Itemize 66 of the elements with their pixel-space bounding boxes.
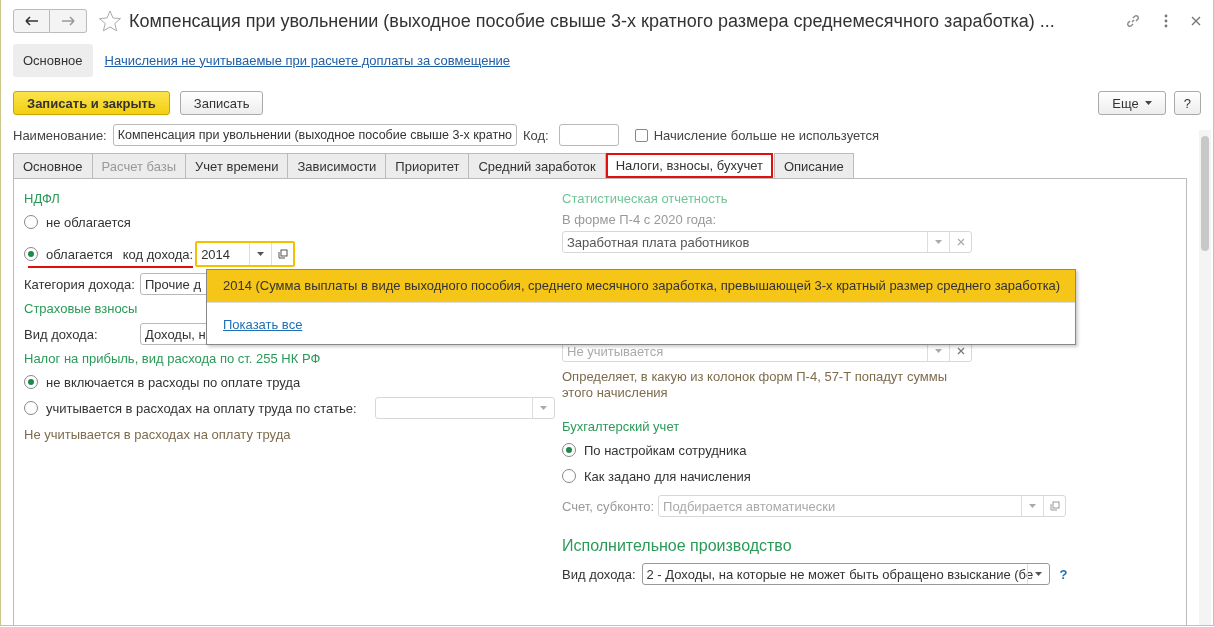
- section-heading: НДФЛ: [24, 190, 61, 208]
- more-button[interactable]: Еще: [1098, 91, 1166, 115]
- link-icon[interactable]: [1125, 13, 1141, 29]
- unused-label: Начисление больше не используется: [653, 127, 880, 143]
- radio-label: не включается в расходы по оплате труда: [46, 374, 301, 390]
- close-icon[interactable]: [1191, 16, 1201, 26]
- name-field[interactable]: Компенсация при увольнении (выходное пособие свыше 3-х кратно: [112, 124, 517, 146]
- form-label: В форме П-4 с 2020 года:: [562, 211, 718, 229]
- caret-icon: [1144, 101, 1152, 105]
- help-button[interactable]: ?: [1173, 91, 1201, 115]
- tab[interactable]: Средний заработок: [468, 153, 606, 178]
- list-item[interactable]: 2014 (Сумма выплаты в виде выходного пособия, среднего месячного заработка, превышающей 3-х кратный размер среднего заработка): [207, 270, 1075, 303]
- expense-article-field[interactable]: [374, 397, 555, 419]
- radio-button[interactable]: [24, 247, 38, 261]
- tab[interactable]: Налоги, взносы, бухучет: [605, 153, 773, 178]
- section-heading: Налог на прибыль, вид расхода по ст. 255 НК РФ: [24, 350, 322, 368]
- tab[interactable]: Зависимости: [287, 153, 387, 178]
- save-button[interactable]: Записать: [179, 91, 264, 115]
- star-icon[interactable]: [99, 10, 121, 32]
- radio-label: Как задано для начисления: [584, 468, 751, 484]
- name-label: Наименование:: [13, 127, 107, 143]
- clear-icon[interactable]: [956, 238, 965, 246]
- section-link[interactable]: Начисления не учитываемые при расчете доплаты за совмещение: [98, 43, 517, 77]
- radio-label: облагается: [46, 246, 113, 262]
- left-arrow-icon: [24, 16, 39, 26]
- section-heading: Бухгалтерский учет: [562, 418, 681, 436]
- radio-button[interactable]: [24, 401, 38, 415]
- radio-label: не облагается: [46, 214, 131, 230]
- hint-text: Определяет, в какую из колонок форм П-4, 57-Т попадут суммы этого начисления: [562, 369, 948, 401]
- section-heading: Исполнительное производство: [562, 537, 793, 556]
- income-category-label: Категория дохода:: [24, 276, 136, 292]
- radio-button[interactable]: [24, 215, 38, 229]
- note-text: Не учитывается в расходах на оплату труда: [24, 427, 292, 442]
- scrollbar[interactable]: [1199, 130, 1211, 625]
- window-title: Компенсация при увольнении (выходное пособие свыше 3-х кратного размера среднемесячного заработка) ...: [129, 10, 1056, 32]
- open-window-icon[interactable]: [277, 249, 288, 259]
- account-label: Счет, субконто:: [562, 498, 655, 514]
- section-heading: Страховые взносы: [24, 300, 139, 318]
- caret-icon[interactable]: [257, 252, 265, 256]
- radio-button[interactable]: [562, 469, 576, 483]
- radio-button[interactable]: [562, 443, 576, 457]
- back-button[interactable]: [13, 9, 50, 33]
- statistics-field[interactable]: Заработная плата работников: [562, 231, 972, 253]
- section-tab[interactable]: Основное: [13, 43, 93, 77]
- tab[interactable]: Приоритет: [385, 153, 470, 178]
- radio-label: учитывается в расходах на оплату труда по статье:: [46, 400, 357, 416]
- radio-label: По настройкам сотрудника: [584, 442, 747, 458]
- income-code-label: код дохода:: [122, 246, 194, 262]
- caret-icon[interactable]: [1034, 572, 1042, 576]
- radio-button[interactable]: [24, 375, 38, 389]
- clear-icon[interactable]: [956, 347, 965, 355]
- income-type-label: Вид дохода:: [562, 566, 636, 582]
- code-label: Код:: [523, 127, 549, 143]
- right-arrow-icon: [61, 16, 75, 26]
- save-close-button[interactable]: Записать и закрыть: [13, 91, 170, 115]
- more-icon[interactable]: [1163, 13, 1169, 29]
- tab[interactable]: Учет времени: [185, 153, 289, 178]
- section-heading: Статистическая отчетность: [562, 190, 729, 208]
- tab[interactable]: Описание: [773, 153, 854, 178]
- income-type-label: Вид дохода:: [24, 326, 99, 342]
- unused-checkbox[interactable]: [634, 128, 648, 142]
- code-field[interactable]: [558, 124, 619, 146]
- open-window-icon[interactable]: [1049, 501, 1060, 511]
- help-link[interactable]: ?: [1059, 566, 1068, 582]
- tab[interactable]: Основное: [13, 153, 93, 178]
- income-code-field[interactable]: 2014: [195, 241, 296, 267]
